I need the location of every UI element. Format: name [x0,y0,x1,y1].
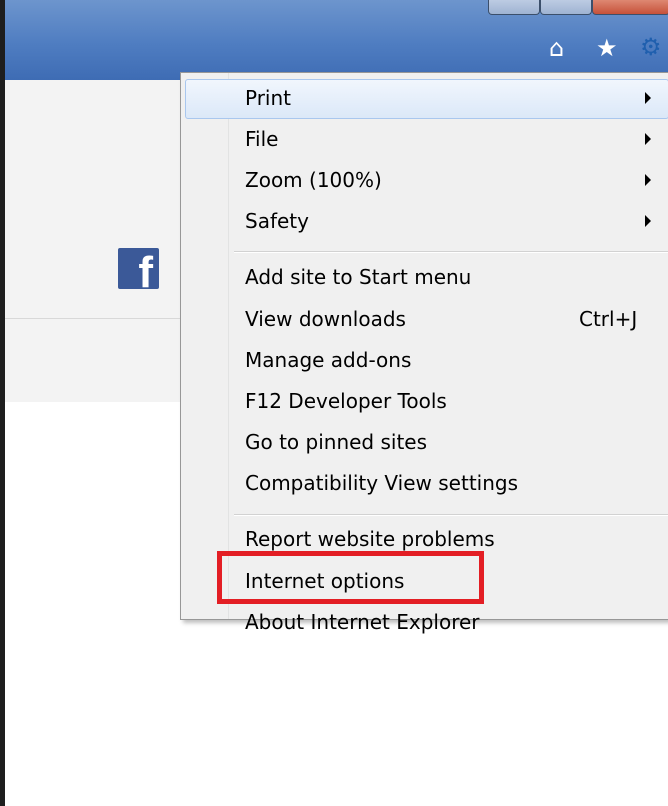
menu-item-f12-developer-tools[interactable]: F12 Developer Tools [181,383,668,423]
menu-item-zoom[interactable]: Zoom (100%) [181,162,668,202]
menu-item-print[interactable]: Print [185,79,668,119]
menu-item-safety[interactable]: Safety [181,203,668,243]
facebook-icon[interactable]: f [118,248,159,289]
menu-item-label: Compatibility View settings [245,471,519,495]
menu-item-add-site-to-start-menu[interactable]: Add site to Start menu [181,259,668,299]
close-button[interactable] [592,0,668,15]
annotation-highlight-box [217,551,484,604]
menu-item-label: Manage add-ons [245,348,412,372]
tools-menu: Print File Zoom (100%) Safety Add site t… [180,72,668,634]
maximize-button[interactable] [540,0,592,15]
submenu-arrow-icon [645,215,651,227]
menu-item-compatibility-view-settings[interactable]: Compatibility View settings [181,465,668,505]
menu-item-manage-add-ons[interactable]: Manage add-ons [181,342,668,382]
submenu-arrow-icon [645,174,651,186]
menu-item-about-internet-explorer[interactable]: About Internet Explorer [181,604,668,644]
menu-item-label: File [245,127,279,151]
minimize-button[interactable] [488,0,540,15]
menu-item-label: About Internet Explorer [245,610,480,634]
gear-icon[interactable]: ⚙ [640,34,662,60]
menu-item-label: Print [245,86,292,110]
menu-item-label: F12 Developer Tools [245,389,447,413]
menu-item-label: Safety [245,209,309,233]
menu-separator [234,514,668,516]
menu-item-shortcut: Ctrl+J [579,307,638,331]
menu-item-label: Report website problems [245,527,495,551]
menu-item-label: Go to pinned sites [245,430,428,454]
menu-separator [234,251,668,253]
menu-item-label: Add site to Start menu [245,265,472,289]
menu-item-label: View downloads [245,307,406,331]
menu-item-go-to-pinned-sites[interactable]: Go to pinned sites [181,424,668,464]
menu-item-file[interactable]: File [181,121,668,161]
home-icon[interactable]: ⌂ [549,35,564,61]
star-icon[interactable]: ★ [596,35,618,61]
menu-item-view-downloads[interactable]: View downloads Ctrl+J [181,301,668,341]
divider [5,318,180,319]
browser-titlebar: ⌂ ★ ⚙ [5,0,668,80]
submenu-arrow-icon [645,92,651,104]
submenu-arrow-icon [645,133,651,145]
menu-item-label: Zoom (100%) [245,168,382,192]
